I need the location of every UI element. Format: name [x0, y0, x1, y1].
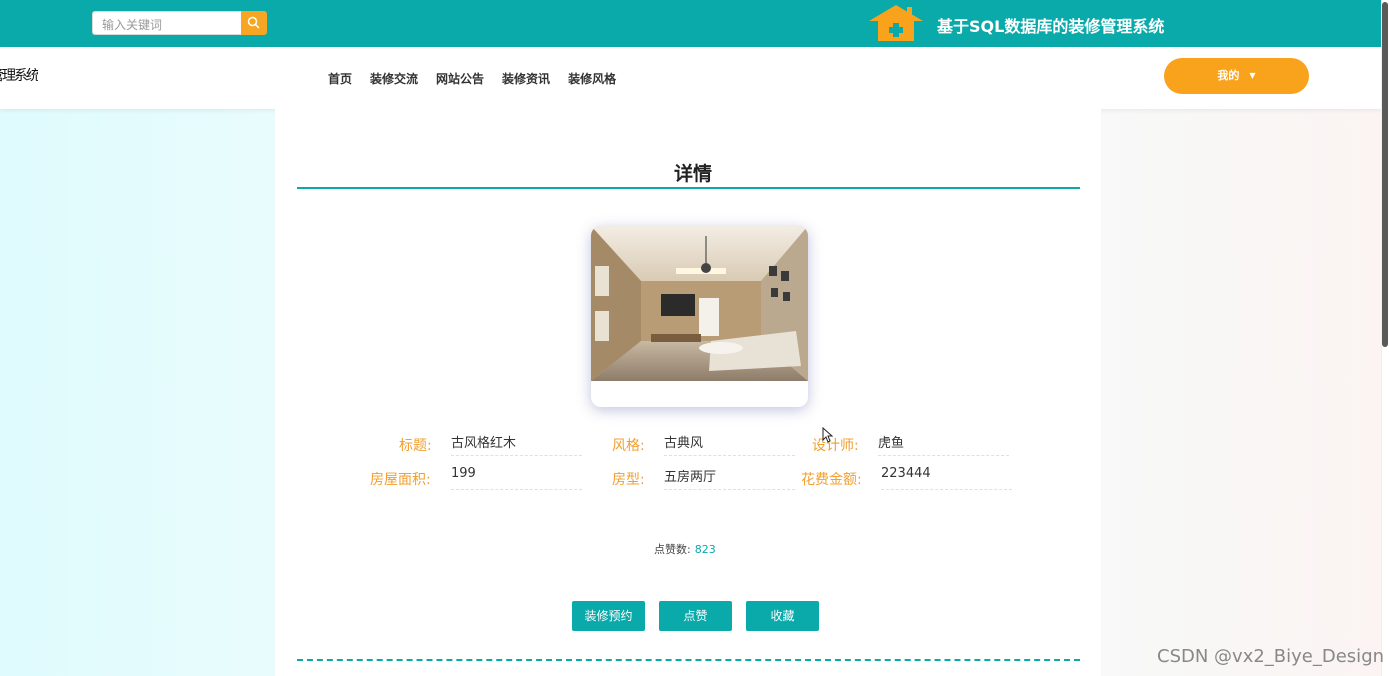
- caret-down-icon: ▼: [1249, 71, 1256, 80]
- nav-item-home[interactable]: 首页: [328, 70, 352, 87]
- search-input[interactable]: 输入关键词: [92, 11, 242, 35]
- nav-item-exchange[interactable]: 装修交流: [370, 70, 418, 87]
- main-nav-bar: 装修管理系统 首页 装修交流 网站公告 装修资讯 装修风格 我的 ▼: [0, 47, 1381, 109]
- my-menu-button[interactable]: 我的 ▼: [1164, 58, 1309, 94]
- favorite-button[interactable]: 收藏: [746, 601, 819, 631]
- like-button[interactable]: 点赞: [659, 601, 732, 631]
- nav-links: 首页 装修交流 网站公告 装修资讯 装修风格: [328, 70, 634, 87]
- field-label-style: 风格:: [612, 438, 645, 454]
- bottom-dashed-divider: [297, 659, 1080, 661]
- field-label-layout: 房型:: [612, 472, 645, 488]
- nav-item-announcement[interactable]: 网站公告: [436, 70, 484, 87]
- scrollbar-thumb[interactable]: [1382, 2, 1388, 347]
- field-label-area: 房屋面积:: [370, 472, 431, 488]
- site-title: 基于SQL数据库的装修管理系统: [937, 17, 1165, 36]
- top-header-bar: 输入关键词 基于SQL数据库的装修管理系统: [0, 0, 1381, 47]
- likes-value: 823: [694, 543, 716, 556]
- room-photo: [591, 226, 808, 381]
- room-photo-card: [591, 226, 808, 407]
- heading-divider: [297, 187, 1080, 189]
- field-value-designer: 虎鱼: [878, 432, 1009, 456]
- field-value-area: 199: [451, 466, 582, 490]
- likes-count: 点赞数: 823: [654, 541, 716, 557]
- nav-brand[interactable]: 装修管理系统: [0, 65, 38, 85]
- house-logo-icon: [867, 3, 925, 43]
- mouse-cursor-icon: [822, 427, 834, 443]
- field-value-style: 古典风: [664, 432, 795, 456]
- nav-item-styles[interactable]: 装修风格: [568, 70, 616, 87]
- search-button[interactable]: [241, 11, 267, 35]
- field-label-cost: 花费金额:: [801, 472, 862, 488]
- my-menu-label: 我的: [1217, 69, 1240, 82]
- field-value-cost: 223444: [881, 466, 1012, 490]
- field-label-title: 标题:: [399, 438, 432, 454]
- detail-heading: 详情: [673, 163, 712, 185]
- page-scrollbar[interactable]: [1381, 0, 1389, 676]
- nav-item-news[interactable]: 装修资讯: [502, 70, 550, 87]
- field-value-layout: 五房两厅: [664, 466, 795, 490]
- field-label-designer: 设计师:: [812, 438, 859, 454]
- field-value-title: 古风格红木: [451, 432, 582, 456]
- detail-panel: 详情 标题: 古风格红木 风格: 古典风 设计师: 虎鱼 房屋面积: 199 房…: [275, 109, 1101, 676]
- search-icon: [247, 16, 260, 29]
- likes-label: 点赞数:: [654, 543, 691, 556]
- watermark: CSDN @vx2_Biye_Design: [1157, 646, 1385, 667]
- reserve-button[interactable]: 装修预约: [572, 601, 645, 631]
